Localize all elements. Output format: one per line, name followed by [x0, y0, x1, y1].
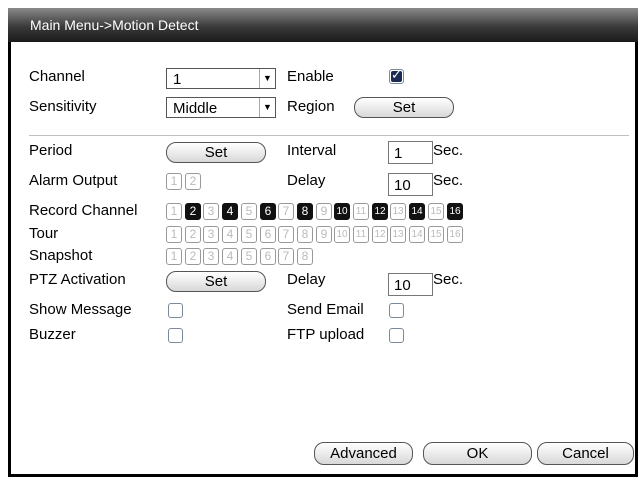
ftp-upload-checkbox[interactable]: [389, 328, 404, 343]
buzzer-label: Buzzer: [29, 326, 76, 343]
channel-box-4[interactable]: 4: [222, 248, 238, 265]
show-message-label: Show Message: [29, 301, 132, 318]
ptz-delay-unit: Sec.: [433, 271, 464, 288]
settings-panel: Channel 1 ▼ Enable Sensitivity Middle ▼ …: [11, 42, 635, 474]
ftp-upload-label: FTP upload: [287, 326, 365, 343]
channel-box-3[interactable]: 3: [203, 248, 219, 265]
channel-box-2[interactable]: 2: [185, 173, 201, 190]
channel-box-3[interactable]: 3: [203, 203, 219, 220]
record-channel-label: Record Channel: [29, 202, 138, 219]
ptz-activation-label: PTZ Activation: [29, 271, 126, 288]
channel-box-2[interactable]: 2: [185, 226, 201, 243]
snapshot-label: Snapshot: [29, 247, 93, 264]
channel-box-7[interactable]: 7: [278, 203, 294, 220]
channel-box-10[interactable]: 10: [334, 226, 350, 243]
channel-box-12[interactable]: 12: [372, 203, 388, 220]
channel-box-11[interactable]: 11: [353, 226, 369, 243]
interval-input[interactable]: 1: [388, 141, 433, 164]
show-message-checkbox[interactable]: [168, 303, 183, 318]
channel-box-8[interactable]: 8: [297, 203, 313, 220]
channel-box-5[interactable]: 5: [241, 226, 257, 243]
delay-unit: Sec.: [433, 172, 464, 189]
channel-box-14[interactable]: 14: [409, 203, 425, 220]
channel-box-4[interactable]: 4: [222, 203, 238, 220]
channel-label: Channel: [29, 68, 85, 85]
send-email-label: Send Email: [287, 301, 364, 318]
chevron-down-icon: ▼: [259, 98, 275, 117]
interval-unit: Sec.: [433, 142, 464, 159]
ptz-set-button[interactable]: Set: [166, 271, 266, 292]
separator: [29, 135, 629, 136]
channel-box-6[interactable]: 6: [260, 226, 276, 243]
alarm-output-label: Alarm Output: [29, 172, 118, 189]
send-email-checkbox[interactable]: [389, 303, 404, 318]
channel-box-2[interactable]: 2: [185, 203, 201, 220]
channel-box-8[interactable]: 8: [297, 248, 313, 265]
ok-button[interactable]: OK: [423, 442, 532, 465]
channel-box-3[interactable]: 3: [203, 226, 219, 243]
period-label: Period: [29, 142, 73, 159]
channel-box-13[interactable]: 13: [390, 203, 406, 220]
delay-label: Delay: [287, 172, 326, 189]
sensitivity-label: Sensitivity: [29, 98, 97, 115]
region-label: Region: [287, 98, 335, 115]
enable-checkbox[interactable]: [389, 67, 404, 84]
channel-box-16[interactable]: 16: [447, 203, 463, 220]
buzzer-checkbox[interactable]: [168, 328, 183, 343]
channel-box-4[interactable]: 4: [222, 226, 238, 243]
enable-label: Enable: [287, 68, 334, 85]
channel-box-1[interactable]: 1: [166, 173, 182, 190]
sensitivity-select[interactable]: Middle ▼: [166, 97, 276, 118]
period-set-button[interactable]: Set: [166, 142, 266, 163]
channel-value: 1: [173, 71, 182, 88]
channel-box-8[interactable]: 8: [297, 226, 313, 243]
ptz-delay-label: Delay: [287, 271, 326, 288]
channel-box-5[interactable]: 5: [241, 203, 257, 220]
channel-box-6[interactable]: 6: [260, 203, 276, 220]
channel-box-2[interactable]: 2: [185, 248, 201, 265]
chevron-down-icon: ▼: [259, 69, 275, 88]
channel-box-9[interactable]: 9: [316, 226, 332, 243]
window-title: Main Menu->Motion Detect: [30, 17, 199, 33]
sensitivity-value: Middle: [173, 100, 218, 117]
channel-box-6[interactable]: 6: [260, 248, 276, 265]
region-set-button[interactable]: Set: [354, 97, 454, 118]
advanced-button[interactable]: Advanced: [314, 442, 413, 465]
channel-box-16[interactable]: 16: [447, 226, 463, 243]
channel-select[interactable]: 1 ▼: [166, 68, 276, 89]
channel-box-1[interactable]: 1: [166, 248, 182, 265]
channel-box-9[interactable]: 9: [316, 203, 332, 220]
channel-box-11[interactable]: 11: [353, 203, 369, 220]
channel-box-5[interactable]: 5: [241, 248, 257, 265]
cancel-button[interactable]: Cancel: [537, 442, 634, 465]
channel-box-14[interactable]: 14: [409, 226, 425, 243]
channel-box-10[interactable]: 10: [334, 203, 350, 220]
channel-box-7[interactable]: 7: [278, 226, 294, 243]
tour-label: Tour: [29, 225, 59, 242]
title-bar: Main Menu->Motion Detect: [8, 8, 638, 42]
motion-detect-window: Main Menu->Motion Detect Channel 1 ▼ Ena…: [8, 8, 638, 477]
channel-box-15[interactable]: 15: [428, 226, 444, 243]
channel-box-13[interactable]: 13: [390, 226, 406, 243]
channel-box-12[interactable]: 12: [372, 226, 388, 243]
ptz-delay-input[interactable]: 10: [388, 273, 433, 296]
channel-box-1[interactable]: 1: [166, 226, 182, 243]
delay-input[interactable]: 10: [388, 173, 433, 196]
interval-label: Interval: [287, 142, 337, 159]
channel-box-15[interactable]: 15: [428, 203, 444, 220]
channel-box-7[interactable]: 7: [278, 248, 294, 265]
channel-box-1[interactable]: 1: [166, 203, 182, 220]
